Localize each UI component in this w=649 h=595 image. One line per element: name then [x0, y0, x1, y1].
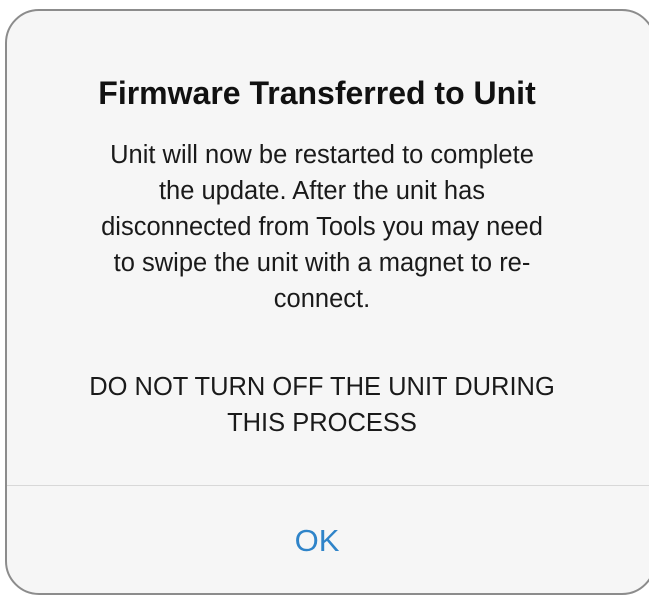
- alert-warning: DO NOT TURN OFF THE UNIT DURING THIS PRO…: [17, 369, 627, 441]
- alert-message-line: disconnected from Tools you may need: [101, 213, 543, 241]
- alert-warning-line: THIS PROCESS: [227, 409, 417, 437]
- ok-button[interactable]: OK: [7, 486, 627, 593]
- alert-dialog: Firmware Transferred to Unit Unit will n…: [5, 9, 649, 595]
- alert-body: Firmware Transferred to Unit Unit will n…: [7, 11, 627, 485]
- alert-message-line: Unit will now be restarted to complete: [110, 141, 534, 169]
- alert-message-line: to swipe the unit with a magnet to re-: [113, 249, 531, 277]
- alert-message-line: the update. After the unit has: [158, 177, 486, 205]
- alert-message: Unit will now be restarted to complete t…: [37, 137, 607, 317]
- alert-message-line: connect.: [273, 285, 371, 313]
- alert-title: Firmware Transferred to Unit: [98, 75, 536, 111]
- alert-warning-line: DO NOT TURN OFF THE UNIT DURING: [89, 373, 555, 401]
